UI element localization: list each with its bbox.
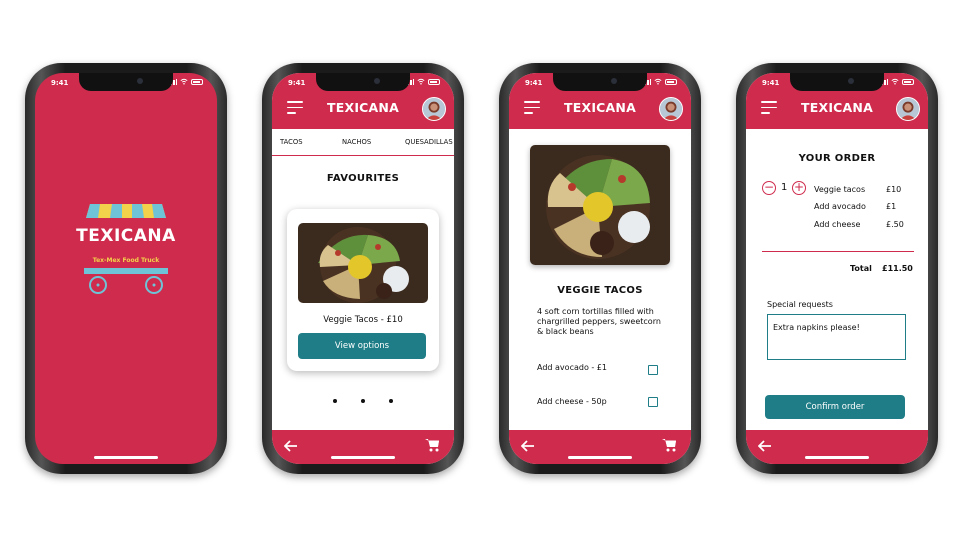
view-options-button[interactable]: View options [298, 333, 426, 359]
section-title: FAVOURITES [326, 173, 400, 184]
notch [79, 73, 173, 91]
splash-screen: 9:41 TEXICANA Tex-Mex Food Truck [35, 73, 217, 464]
option-cheese-checkbox[interactable] [648, 397, 658, 407]
home-indicator[interactable] [568, 456, 632, 459]
favourite-card[interactable]: Veggie Tacos - £10 View options [287, 209, 439, 371]
home-indicator[interactable] [94, 456, 158, 459]
wifi-icon [654, 78, 662, 85]
status-time: 9:41 [51, 79, 69, 87]
cart-icon[interactable] [662, 438, 677, 452]
battery-icon [428, 79, 440, 85]
phone-detail: 9:41 TEXICANA VEGGIE TACOS 4 soft corn t… [499, 63, 701, 474]
back-arrow-icon[interactable] [284, 440, 298, 452]
special-requests-label: Special requests [767, 300, 833, 309]
phone-splash: 9:41 TEXICANA Tex-Mex Food Truck [25, 63, 227, 474]
avatar[interactable] [896, 97, 920, 121]
item-description: 4 soft corn tortillas filled with chargr… [537, 307, 661, 336]
option-avocado-checkbox[interactable] [648, 365, 658, 375]
back-arrow-icon[interactable] [758, 440, 772, 452]
cart-wheels-icon [84, 268, 168, 294]
veggie-tacos-image [298, 223, 428, 303]
order-item-name: Add cheese [814, 220, 861, 229]
total-value: £11.50 [882, 264, 913, 273]
order-item-price: £1 [886, 202, 897, 211]
notch [790, 73, 884, 91]
special-requests-input[interactable]: Extra napkins please! [767, 314, 906, 360]
item-name: Veggie Tacos - £10 [323, 315, 403, 325]
status-time: 9:41 [525, 79, 543, 87]
status-time: 9:41 [762, 79, 780, 87]
home-indicator[interactable] [331, 456, 395, 459]
carousel-dots[interactable] [272, 399, 454, 403]
splash-tagline: Tex-Mex Food Truck [92, 257, 160, 264]
quantity-value: 1 [781, 182, 788, 193]
battery-icon [902, 79, 914, 85]
avatar[interactable] [659, 97, 683, 121]
option-avocado-label: Add avocado - £1 [537, 363, 607, 372]
battery-icon [665, 79, 677, 85]
phone-menu: 9:41 TEXICANA TACOS NACHOS QUESADILLAS F… [262, 63, 464, 474]
cart-icon[interactable] [425, 438, 440, 452]
order-item-price: £.50 [886, 220, 904, 229]
notch [316, 73, 410, 91]
item-title: VEGGIE TACOS [557, 285, 643, 296]
tab-nachos[interactable]: NACHOS [342, 138, 371, 146]
menu-screen: 9:41 TEXICANA TACOS NACHOS QUESADILLAS F… [272, 73, 454, 464]
tab-tacos[interactable]: TACOS [280, 138, 303, 146]
total-label: Total [850, 264, 872, 273]
battery-icon [191, 79, 203, 85]
order-item-name: Veggie tacos [814, 185, 866, 194]
order-screen: 9:41 TEXICANA YOUR ORDER − 1 + Veggie ta… [746, 73, 928, 464]
confirm-order-button[interactable]: Confirm order [765, 395, 905, 419]
wifi-icon [180, 78, 188, 85]
back-arrow-icon[interactable] [521, 440, 535, 452]
wifi-icon [417, 78, 425, 85]
category-tabs: TACOS NACHOS QUESADILLAS [272, 129, 454, 156]
plus-icon[interactable]: + [792, 181, 806, 195]
avatar[interactable] [422, 97, 446, 121]
order-item-name: Add avocado [814, 202, 866, 211]
awning-logo-icon [86, 204, 166, 218]
order-item-price: £10 [886, 185, 902, 194]
wifi-icon [891, 78, 899, 85]
splash-logo-text: TEXICANA [76, 226, 176, 246]
detail-screen: 9:41 TEXICANA VEGGIE TACOS 4 soft corn t… [509, 73, 691, 464]
tab-quesadillas[interactable]: QUESADILLAS [405, 138, 453, 146]
status-time: 9:41 [288, 79, 306, 87]
phone-order: 9:41 TEXICANA YOUR ORDER − 1 + Veggie ta… [736, 63, 938, 474]
veggie-tacos-image [530, 145, 670, 265]
home-indicator[interactable] [805, 456, 869, 459]
notch [553, 73, 647, 91]
option-cheese-label: Add cheese - 50p [537, 397, 607, 406]
total-divider [762, 251, 914, 253]
minus-icon[interactable]: − [762, 181, 776, 195]
order-title: YOUR ORDER [798, 153, 876, 164]
